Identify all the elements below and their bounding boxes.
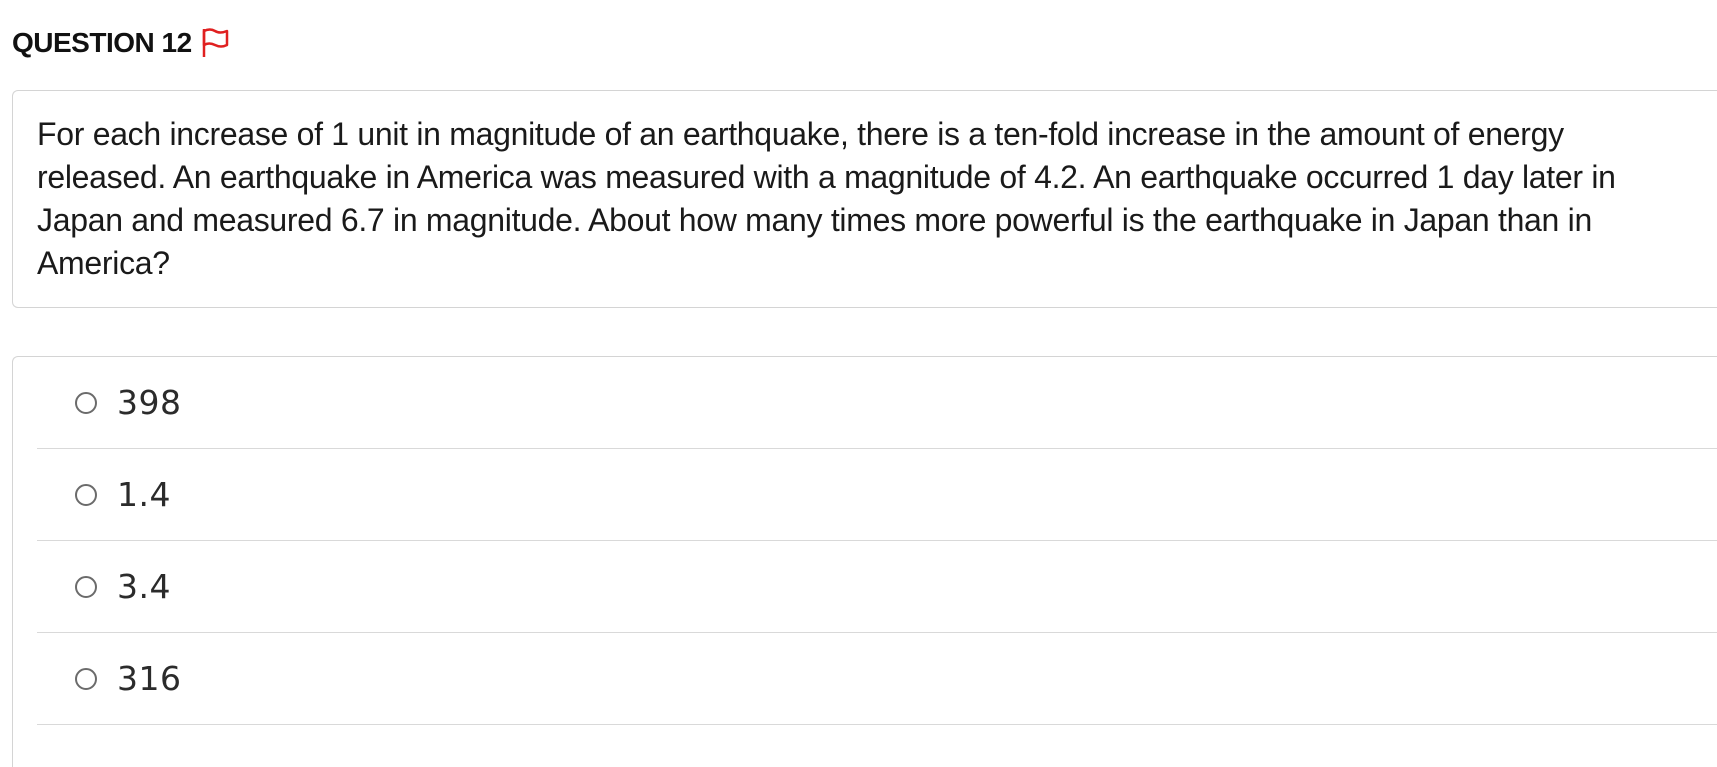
answer-option-4[interactable]: 316 (37, 633, 1717, 725)
answer-label: 1.4 (117, 475, 171, 514)
quiz-page: QUESTION 12 For each increase of 1 unit … (0, 0, 1717, 767)
answer-option-3[interactable]: 3.4 (37, 541, 1717, 633)
answer-options: 398 1.4 3.4 316 (12, 356, 1717, 767)
radio-button[interactable] (75, 667, 97, 690)
question-card: For each increase of 1 unit in magnitude… (12, 90, 1717, 308)
radio-button[interactable] (75, 391, 97, 414)
question-text: For each increase of 1 unit in magnitude… (37, 116, 1616, 281)
answer-option-2[interactable]: 1.4 (37, 449, 1717, 541)
answer-label: 3.4 (117, 567, 171, 606)
question-header: QUESTION 12 (12, 26, 232, 60)
flag-icon[interactable] (198, 26, 232, 60)
answer-label: 316 (117, 659, 182, 698)
answer-option-1[interactable]: 398 (37, 357, 1717, 449)
radio-button[interactable] (75, 575, 97, 598)
answer-label: 398 (117, 383, 182, 422)
radio-button[interactable] (75, 483, 97, 506)
question-title: QUESTION 12 (12, 27, 192, 58)
